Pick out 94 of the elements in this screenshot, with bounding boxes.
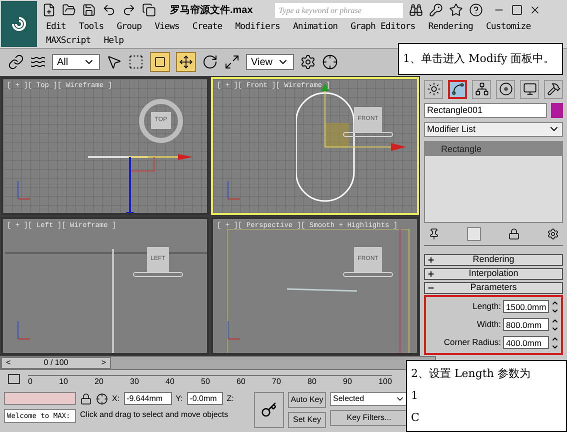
hierarchy-icon[interactable] xyxy=(472,80,491,99)
time-slider-thumb[interactable]: < 0 / 100 > xyxy=(1,357,111,369)
menu-item[interactable]: Edit xyxy=(46,20,66,34)
menu-item[interactable]: MAXScript xyxy=(46,34,91,48)
viewcube-ring[interactable] xyxy=(343,272,393,277)
square-icon[interactable] xyxy=(154,56,166,68)
link-icon[interactable] xyxy=(8,54,24,70)
parameter-field[interactable]: 1500.0mm xyxy=(503,300,549,314)
menu-item[interactable]: Create xyxy=(192,20,222,34)
modifier-list-dropdown[interactable]: Modifier List xyxy=(424,122,563,137)
window-crossing-button[interactable] xyxy=(150,52,170,72)
maximize-icon[interactable] xyxy=(510,4,523,16)
menu-item[interactable]: Customize xyxy=(486,20,531,34)
y-coordinate-field[interactable]: -0.0mm xyxy=(186,392,223,405)
ruler-tick-label: 30 xyxy=(130,376,139,388)
save-icon[interactable] xyxy=(82,3,96,17)
rollout-header[interactable]: Parameters xyxy=(424,282,563,294)
selection-region-icon[interactable] xyxy=(128,54,144,70)
key-mode-dropdown[interactable]: Selected xyxy=(330,392,408,406)
object-color-swatch[interactable] xyxy=(551,102,563,118)
new-file-icon[interactable] xyxy=(42,3,56,17)
ruler-tick-label: 10 xyxy=(59,376,68,388)
menu-item[interactable]: Graph Editors xyxy=(350,20,416,34)
menu-item[interactable]: Tools xyxy=(78,20,104,34)
menu-item[interactable]: Rendering xyxy=(428,20,473,34)
object-name-field[interactable]: Rectangle001 xyxy=(424,102,547,118)
select-object-icon[interactable] xyxy=(106,54,122,70)
menu-item[interactable]: Help xyxy=(104,34,124,48)
parameter-label: Width: xyxy=(476,318,501,332)
viewcube-ring[interactable] xyxy=(343,132,393,137)
menu-item[interactable]: Views xyxy=(154,20,180,34)
ruler-tick-label: 90 xyxy=(343,376,352,388)
parameter-label: Length: xyxy=(472,300,501,314)
ruler-tick-label: 50 xyxy=(201,376,210,388)
lock-icon[interactable] xyxy=(80,392,92,404)
auto-key-button[interactable]: Auto Key xyxy=(288,392,326,408)
rotate-icon[interactable] xyxy=(202,54,218,70)
app-logo-icon[interactable] xyxy=(1,1,37,47)
open-folder-icon[interactable] xyxy=(62,3,76,17)
callout-text: 1 xyxy=(411,388,419,404)
ruler-tick-label: 70 xyxy=(272,376,281,388)
redo-icon[interactable] xyxy=(122,3,136,17)
prompt-line: Click and drag to select and move objects xyxy=(80,409,230,421)
viewcube-ring[interactable] xyxy=(133,272,183,277)
axis-tripod-icon xyxy=(225,178,241,201)
y-label: Y: xyxy=(176,392,183,404)
ruler-tick-label: 80 xyxy=(308,376,316,388)
callout-text: C xyxy=(411,410,420,426)
set-key-toggle-button[interactable]: Set Key xyxy=(288,412,326,428)
reference-coordinate-dropdown[interactable]: View xyxy=(246,54,294,70)
ruler-tick-label: 0 xyxy=(28,376,32,388)
parameter-field[interactable]: 400.0mm xyxy=(503,336,549,350)
menu-item[interactable]: Modifiers xyxy=(235,20,280,34)
file-title: 罗马帘源文件.max xyxy=(170,4,253,18)
monitor-icon[interactable] xyxy=(520,80,539,99)
expand-icon[interactable] xyxy=(427,270,435,278)
curve-icon[interactable] xyxy=(448,80,467,99)
ruler-tick-label: 20 xyxy=(94,376,104,388)
parameter-label: Corner Radius: xyxy=(444,336,501,350)
x-label: X: xyxy=(112,392,120,404)
timeline-icon[interactable] xyxy=(8,374,20,384)
binoculars-icon[interactable] xyxy=(408,3,423,17)
ruler-tick-label: 40 xyxy=(166,376,174,388)
axis-tripod-icon xyxy=(225,319,241,341)
scale-icon[interactable] xyxy=(224,54,240,70)
expand-icon[interactable] xyxy=(427,256,435,264)
callout-text: 1、单击进入 Modify 面板中。 xyxy=(403,51,556,67)
z-label: Z: xyxy=(226,392,234,404)
sun-icon[interactable] xyxy=(424,80,443,99)
pin-icon[interactable] xyxy=(428,228,440,240)
selection-filter-dropdown[interactable]: All xyxy=(52,54,100,70)
star-icon[interactable] xyxy=(448,3,463,17)
search-field[interactable]: Type a keyword or phrase xyxy=(274,2,403,18)
x-coordinate-field[interactable]: -9.644mm xyxy=(124,392,172,405)
axis-tripod-icon xyxy=(15,319,31,341)
ruler-tick-label: 100 xyxy=(378,376,392,388)
hammer-icon[interactable] xyxy=(544,80,563,99)
axis-tripod-icon xyxy=(15,178,31,201)
show-end-result-button[interactable] xyxy=(467,226,481,241)
set-key-button[interactable] xyxy=(254,392,284,428)
menu-item[interactable]: Animation xyxy=(292,20,338,34)
key-icon[interactable] xyxy=(261,402,277,418)
help-icon[interactable] xyxy=(468,3,483,17)
rollout-header[interactable]: Rendering xyxy=(424,254,563,266)
maxscript-listener-field[interactable] xyxy=(4,392,76,405)
close-icon[interactable] xyxy=(528,4,541,16)
callout-text: 2、设置 Length 参数为 xyxy=(411,366,532,382)
parameter-field[interactable]: 800.0mm xyxy=(503,318,549,332)
key-icon[interactable] xyxy=(428,3,443,17)
ruler-tick-label: 60 xyxy=(236,376,246,388)
menu-item[interactable]: Group xyxy=(116,20,142,34)
stack-item[interactable]: Rectangle xyxy=(425,142,562,156)
rollout-header[interactable]: Interpolation xyxy=(424,268,563,280)
undo-icon[interactable] xyxy=(102,3,116,17)
